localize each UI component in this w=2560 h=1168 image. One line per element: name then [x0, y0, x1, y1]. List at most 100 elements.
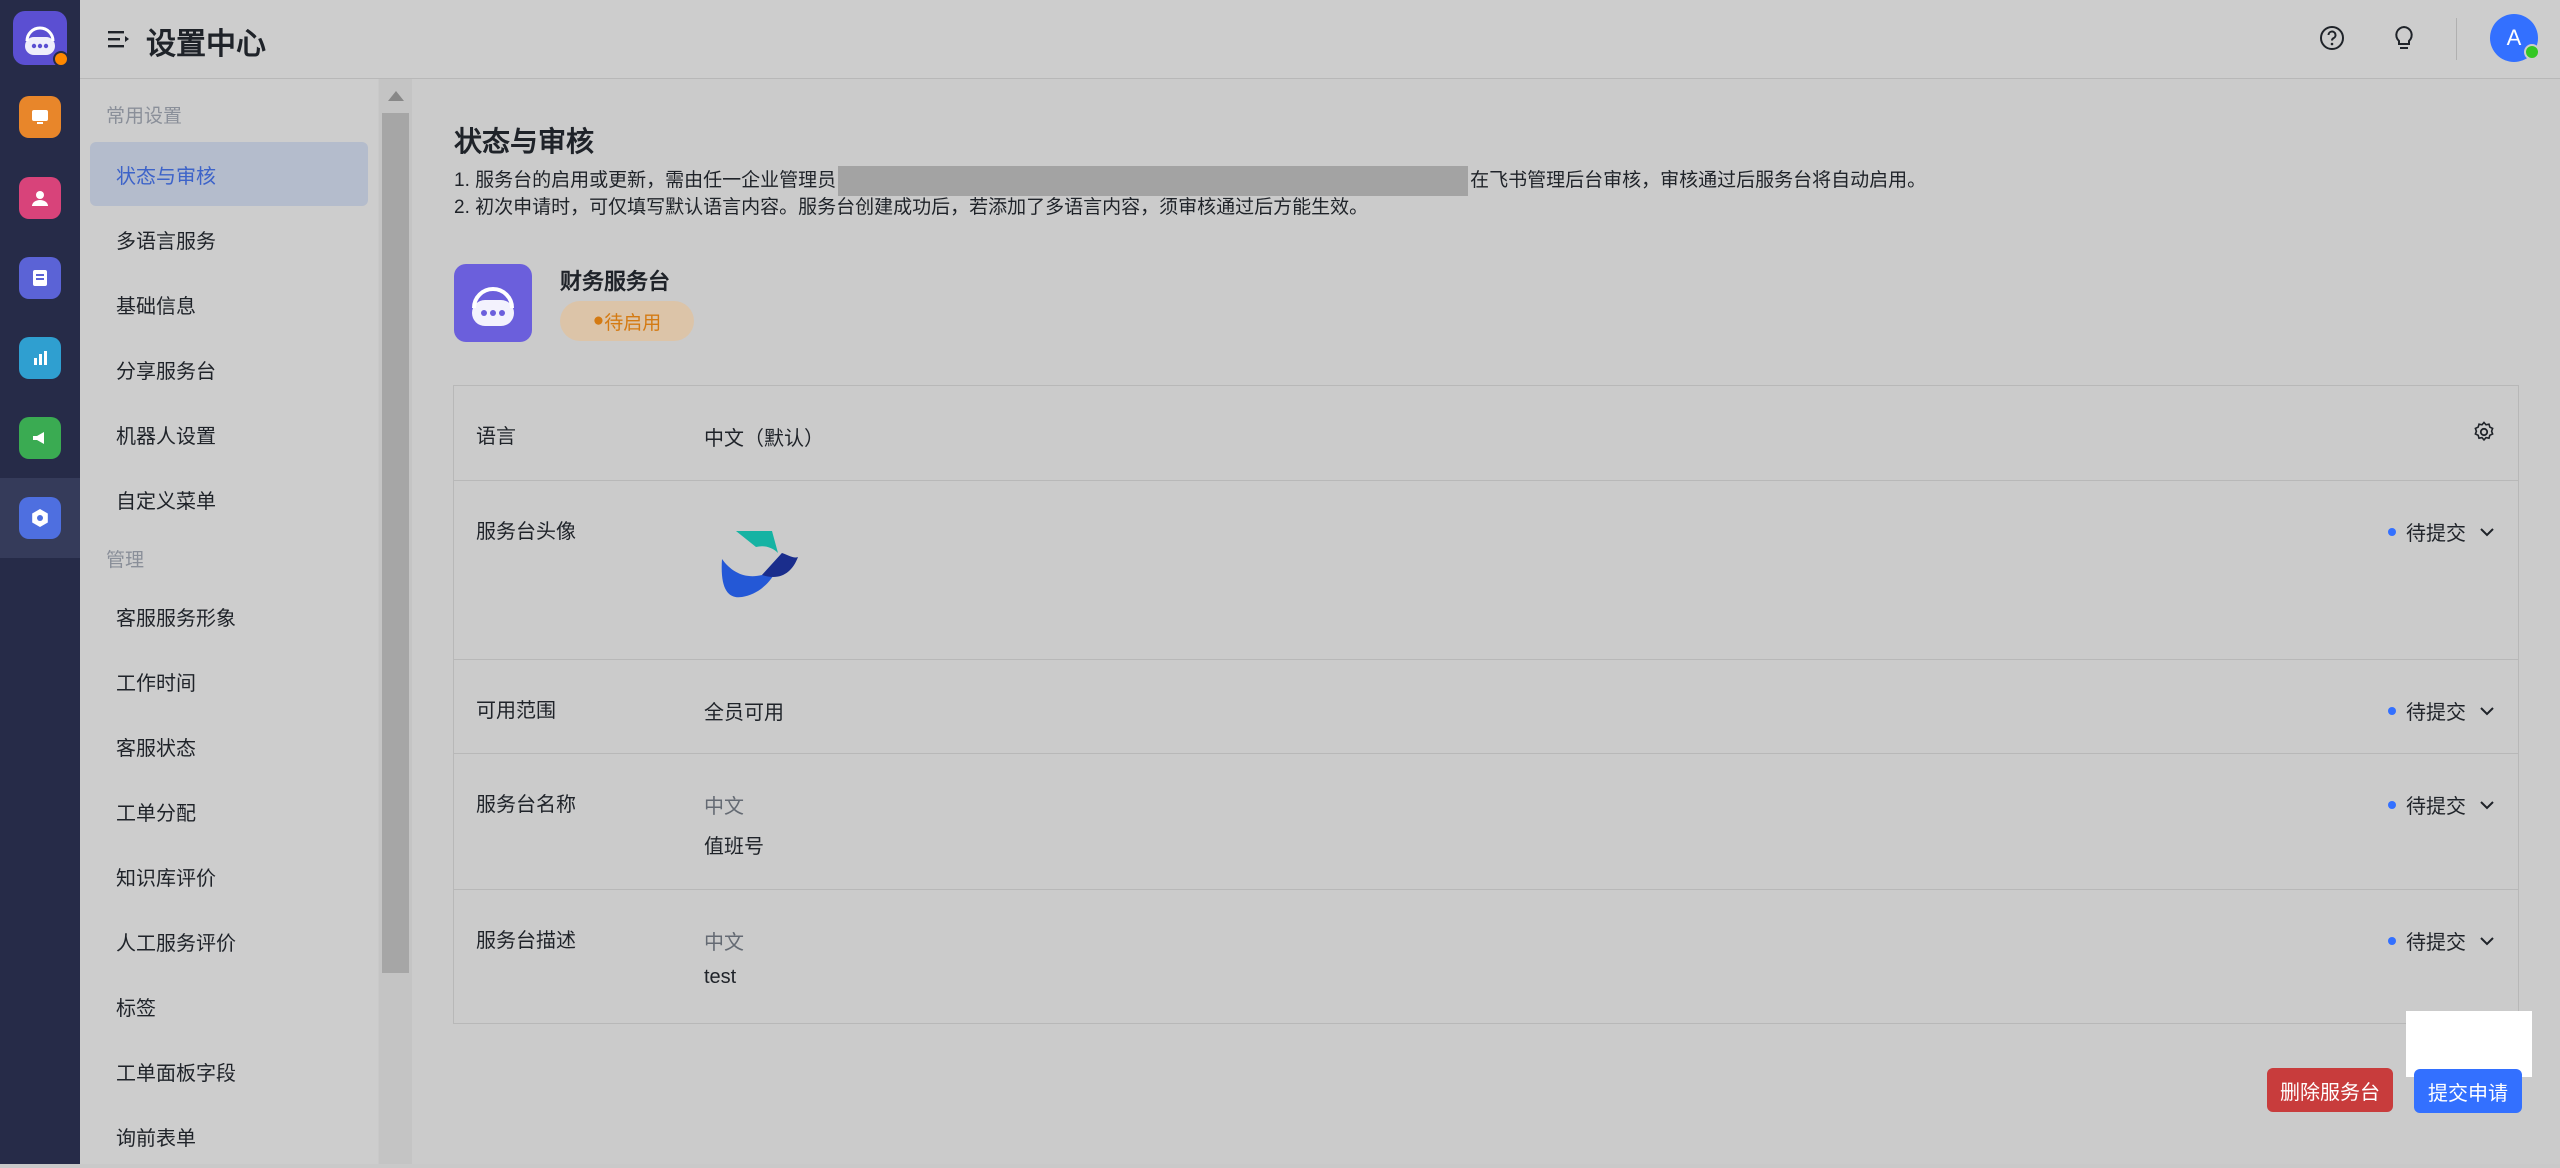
row-label: 服务台描述 — [476, 930, 576, 952]
workbench-icon[interactable] — [19, 96, 61, 138]
row-status[interactable]: 待提交 — [2388, 790, 2496, 819]
sidebar-item-label: 知识库评价 — [116, 867, 216, 890]
settings-sidebar: 常用设置 状态与审核 多语言服务 基础信息 分享服务台 机器人设置 自定义菜单 … — [80, 79, 378, 1164]
menu-toggle-icon[interactable] — [106, 26, 132, 52]
row-helpdesk-avatar: 服务台头像 待提交 — [454, 480, 2518, 659]
row-label: 服务台头像 — [476, 521, 576, 543]
submit-application-button[interactable]: 提交申请 — [2414, 1069, 2522, 1113]
row-value: 全员可用 — [704, 702, 784, 724]
row-status[interactable]: 待提交 — [2388, 696, 2496, 725]
status-text: 待提交 — [2406, 523, 2466, 545]
avatar[interactable]: A — [2490, 14, 2540, 62]
row-status[interactable]: 待提交 — [2388, 517, 2496, 546]
sidebar-item-agent-status[interactable]: 客服状态 — [90, 714, 368, 778]
top-divider — [2456, 18, 2457, 60]
sidebar-item-label: 询前表单 — [116, 1127, 196, 1150]
sidebar-item-label: 多语言服务 — [116, 230, 216, 253]
sidebar-item-kb-rating[interactable]: 知识库评价 — [90, 844, 368, 908]
row-status[interactable]: 待提交 — [2388, 926, 2496, 955]
sidebar-item-agent-image[interactable]: 客服服务形象 — [90, 584, 368, 648]
analytics-icon[interactable] — [19, 337, 61, 379]
sidebar-item-multilanguage[interactable]: 多语言服务 — [90, 207, 368, 271]
lightbulb-icon[interactable] — [2388, 22, 2420, 54]
note-line-1-start: 1. 服务台的启用或更新，需由任一企业管理员 — [454, 170, 837, 191]
sidebar-item-custom-menu[interactable]: 自定义菜单 — [90, 467, 368, 531]
sidebar-item-tags[interactable]: 标签 — [90, 974, 368, 1038]
sidebar-item-label: 人工服务评价 — [116, 932, 236, 955]
helpdesk-name: 财务服务台 — [560, 269, 671, 294]
sidebar-item-ticket-assign[interactable]: 工单分配 — [90, 779, 368, 843]
sidebar-item-ticket-fields[interactable]: 工单面板字段 — [90, 1039, 368, 1103]
status-badge-text: 待启用 — [604, 312, 662, 334]
top-bar: 设置中心 A — [80, 0, 2560, 79]
row-label: 可用范围 — [476, 700, 556, 722]
sidebar-item-label: 工单面板字段 — [116, 1062, 236, 1085]
sidebar-item-human-rating[interactable]: 人工服务评价 — [90, 909, 368, 973]
row-language-tag: 中文 — [704, 932, 744, 954]
section-heading: 状态与审核 — [454, 126, 595, 157]
gear-icon[interactable] — [2472, 420, 2496, 444]
status-dot — [2388, 800, 2396, 809]
status-text: 待提交 — [2406, 702, 2466, 724]
chevron-down-icon[interactable] — [2478, 796, 2496, 814]
sidebar-item-label: 工作时间 — [116, 672, 196, 695]
sidebar-item-label: 客服服务形象 — [116, 607, 236, 630]
row-value: test — [704, 966, 737, 988]
note-line-2: 2. 初次申请时，可仅填写默认语言内容。服务台创建成功后，若添加了多语言内容，须… — [454, 197, 1369, 218]
sidebar-group-manage: 管理 — [106, 550, 145, 571]
status-dot — [2388, 706, 2396, 715]
sidebar-item-label: 客服状态 — [116, 737, 196, 760]
avatar-initial: A — [2506, 25, 2522, 50]
delete-helpdesk-button[interactable]: 删除服务台 — [2267, 1068, 2393, 1112]
sidebar-item-basic-info[interactable]: 基础信息 — [90, 272, 368, 336]
row-value: 值班号 — [704, 836, 764, 858]
row-available-scope: 可用范围 全员可用 待提交 — [454, 659, 2518, 753]
helpdesk-logo-icon[interactable] — [13, 11, 69, 67]
online-status-dot — [2524, 44, 2540, 60]
chevron-down-icon[interactable] — [2478, 523, 2496, 541]
row-label: 语言 — [476, 426, 516, 448]
sidebar-item-label: 机器人设置 — [116, 425, 216, 448]
notification-dot — [53, 51, 69, 67]
page-title: 设置中心 — [146, 28, 266, 61]
chevron-down-icon[interactable] — [2478, 932, 2496, 950]
row-label: 服务台名称 — [476, 794, 576, 816]
settings-icon[interactable] — [19, 497, 61, 539]
scrollbar-thumb[interactable] — [382, 113, 409, 973]
sidebar-scrollbar[interactable] — [379, 79, 412, 1164]
row-value: 中文（默认） — [704, 428, 824, 450]
status-text: 待提交 — [2406, 796, 2466, 818]
status-dot — [2388, 527, 2396, 536]
settings-card: 语言 中文（默认） 服务台头像 待提交 可用范围 全员可用 待提交 服务台名称 … — [453, 385, 2519, 1024]
sidebar-item-share[interactable]: 分享服务台 — [90, 337, 368, 401]
note-line-1-end: 在飞书管理后台审核，审核通过后服务台将自动启用。 — [1470, 170, 1927, 191]
agent-icon[interactable] — [19, 177, 61, 219]
sidebar-item-label: 自定义菜单 — [116, 490, 216, 513]
row-helpdesk-description: 服务台描述 中文 test 待提交 — [454, 889, 2518, 1023]
helpdesk-app-icon — [454, 264, 532, 342]
status-dot — [2388, 936, 2396, 945]
main-content: 状态与审核 1. 服务台的启用或更新，需由任一企业管理员 在飞书管理后台审核，审核… — [412, 79, 2560, 1164]
status-badge: ● 待启用 — [560, 301, 694, 341]
sidebar-item-label: 工单分配 — [116, 802, 196, 825]
sidebar-item-label: 状态与审核 — [116, 165, 216, 188]
sidebar-item-label: 分享服务台 — [116, 360, 216, 383]
broadcast-icon[interactable] — [19, 417, 61, 459]
app-rail — [0, 0, 80, 1164]
sidebar-item-pre-chat-form[interactable]: 询前表单 — [90, 1104, 368, 1168]
sidebar-item-label: 基础信息 — [116, 295, 196, 318]
ticket-icon[interactable] — [19, 257, 61, 299]
submit-button-highlight — [2406, 1011, 2532, 1077]
sidebar-group-common: 常用设置 — [106, 106, 183, 127]
row-language-tag: 中文 — [704, 796, 744, 818]
sidebar-item-bot-settings[interactable]: 机器人设置 — [90, 402, 368, 466]
chevron-down-icon[interactable] — [2478, 702, 2496, 720]
helpdesk-avatar-image — [721, 531, 798, 598]
sidebar-item-status-review[interactable]: 状态与审核 — [90, 142, 368, 206]
row-helpdesk-name: 服务台名称 中文 值班号 待提交 — [454, 753, 2518, 889]
status-text: 待提交 — [2406, 932, 2466, 954]
sidebar-item-label: 标签 — [116, 997, 156, 1020]
scroll-up-arrow-icon[interactable] — [388, 91, 404, 101]
sidebar-item-working-hours[interactable]: 工作时间 — [90, 649, 368, 713]
help-icon[interactable] — [2316, 22, 2348, 54]
